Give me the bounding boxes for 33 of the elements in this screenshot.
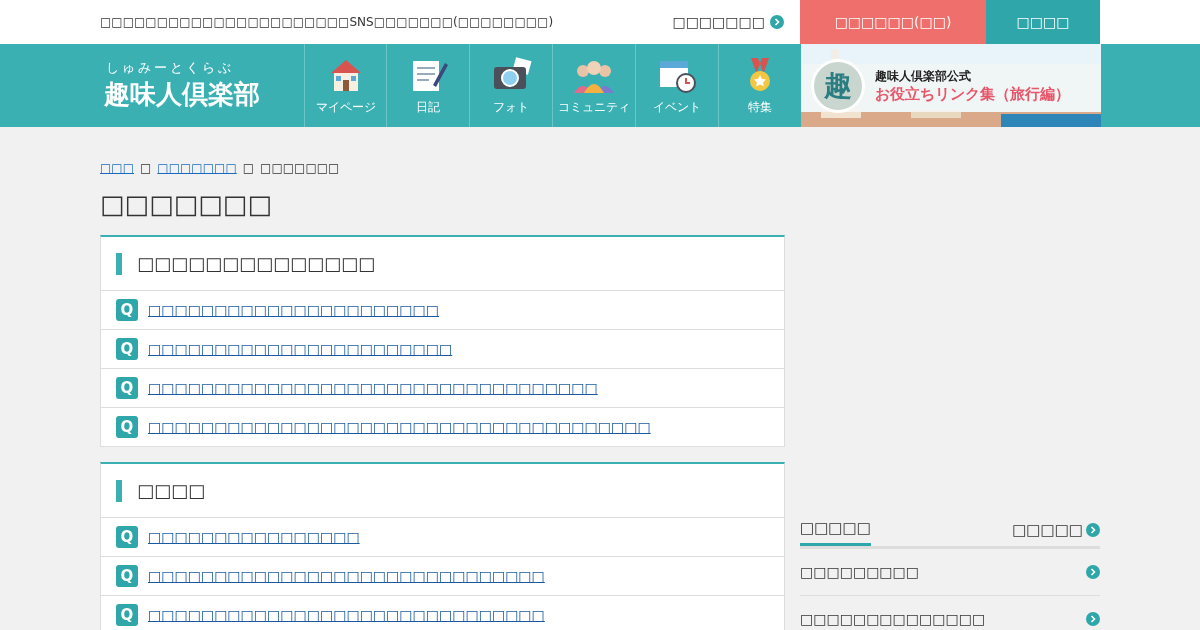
travel-links-banner[interactable]: 趣 趣味人倶楽部公式 お役立ちリンク集（旅行編） (800, 44, 1100, 127)
sidebar-tab[interactable]: □□□□□ (1012, 517, 1100, 546)
question-link[interactable]: □□□□□□□□□□□□□□□□□□□□□□ (148, 302, 439, 318)
breadcrumb-text: □ (242, 161, 255, 175)
breadcrumb-text: □□□□□□□ (260, 161, 340, 175)
question-badge: Q (116, 526, 138, 548)
question-badge: Q (116, 604, 138, 626)
banner-subtitle: お役立ちリンク集（旅行編） (874, 84, 1070, 104)
question-link[interactable]: □□□□□□□□□□□□□□□□□□□□□□□□□□□□□□ (148, 607, 545, 623)
page-title: □□□□□□□ (100, 189, 273, 219)
question-badge: Q (116, 338, 138, 360)
sidebar-link[interactable]: □□□□□□□□□□□□□□ (800, 596, 1100, 630)
chevron-icon (1086, 565, 1100, 579)
sidebar-tab[interactable]: □□□□□ (800, 517, 871, 546)
chevron-icon (770, 15, 784, 29)
breadcrumb-text: □ (140, 161, 152, 175)
question-link[interactable]: □□□□□□□□□□□□□□□□□□□□□□□□□□□□□□ (148, 568, 545, 584)
breadcrumb-link[interactable]: □□□ (100, 161, 134, 175)
chevron-icon (1086, 612, 1100, 626)
site-tagline: □□□□□□□□□□□□□□□□□□□□□□SNS□□□□□□□(□□□□□□□□) (100, 15, 555, 29)
question-link[interactable]: □□□□□□□□□□□□□□□□□□□□□□□□□□□□□□□□□□ (148, 380, 598, 396)
chevron-icon (1086, 522, 1100, 537)
sidebar-link[interactable]: □□□□□□□□□ (800, 549, 1100, 596)
question-badge: Q (116, 416, 138, 438)
question-link[interactable]: □□□□□□□□□□□□□□□□ (148, 529, 360, 545)
question-link[interactable]: □□□□□□□□□□□□□□□□□□□□□□□ (148, 341, 453, 357)
account-link[interactable]: □□□□□□□ (672, 14, 784, 30)
question-badge: Q (116, 299, 138, 321)
banner-title: 趣味人倶楽部公式 (874, 67, 972, 85)
question-link[interactable]: □□□□□□□□□□□□□□□□□□□□□□□□□□□□□□□□□□□□□□ (148, 419, 651, 435)
question-badge: Q (116, 377, 138, 399)
question-badge: Q (116, 565, 138, 587)
breadcrumb-link[interactable]: □□□□□□□ (157, 161, 237, 175)
